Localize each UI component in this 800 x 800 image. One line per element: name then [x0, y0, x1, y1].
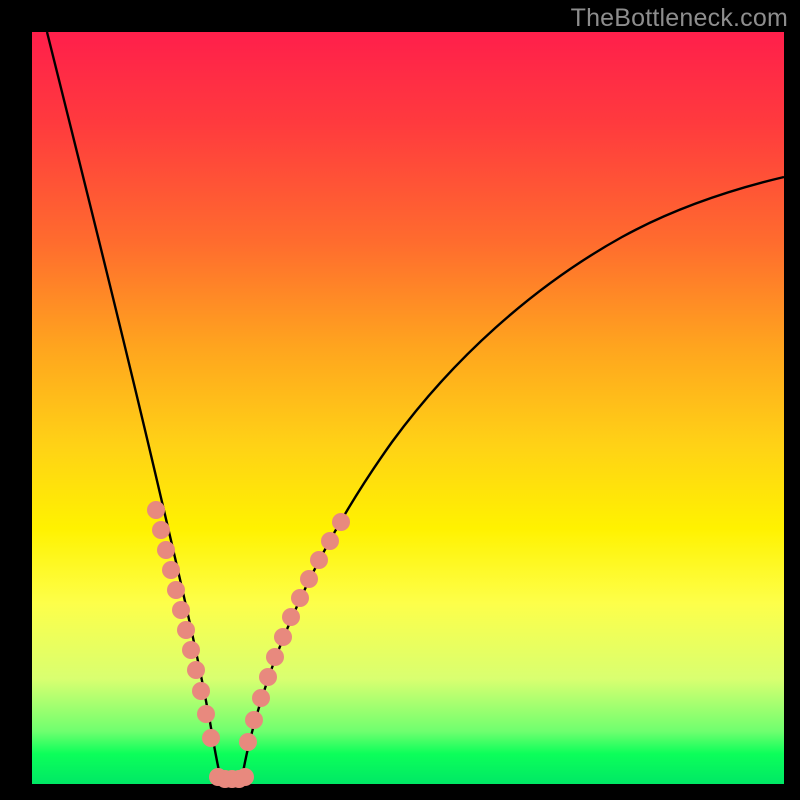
- chart-frame: TheBottleneck.com: [0, 0, 800, 800]
- dots-bottom: [209, 768, 254, 788]
- dot: [239, 733, 257, 751]
- curve-right-limb: [241, 177, 784, 784]
- dot: [291, 589, 309, 607]
- dot: [259, 668, 277, 686]
- dot: [147, 501, 165, 519]
- curves-layer: [32, 32, 784, 784]
- dot: [310, 551, 328, 569]
- dot: [162, 561, 180, 579]
- dot: [152, 521, 170, 539]
- dot: [187, 661, 205, 679]
- dot: [202, 729, 220, 747]
- dot: [182, 641, 200, 659]
- dot: [266, 648, 284, 666]
- dot: [252, 689, 270, 707]
- dots-right: [239, 513, 350, 751]
- dot: [245, 711, 263, 729]
- dot: [177, 621, 195, 639]
- watermark-text: TheBottleneck.com: [571, 4, 788, 33]
- dot: [282, 608, 300, 626]
- dot: [236, 768, 254, 786]
- dot: [167, 581, 185, 599]
- dot: [192, 682, 210, 700]
- dot: [321, 532, 339, 550]
- dot: [300, 570, 318, 588]
- dot: [172, 601, 190, 619]
- dot: [157, 541, 175, 559]
- dot: [274, 628, 292, 646]
- dot: [332, 513, 350, 531]
- plot-area: [32, 32, 784, 784]
- dot: [197, 705, 215, 723]
- dots-left: [147, 501, 220, 747]
